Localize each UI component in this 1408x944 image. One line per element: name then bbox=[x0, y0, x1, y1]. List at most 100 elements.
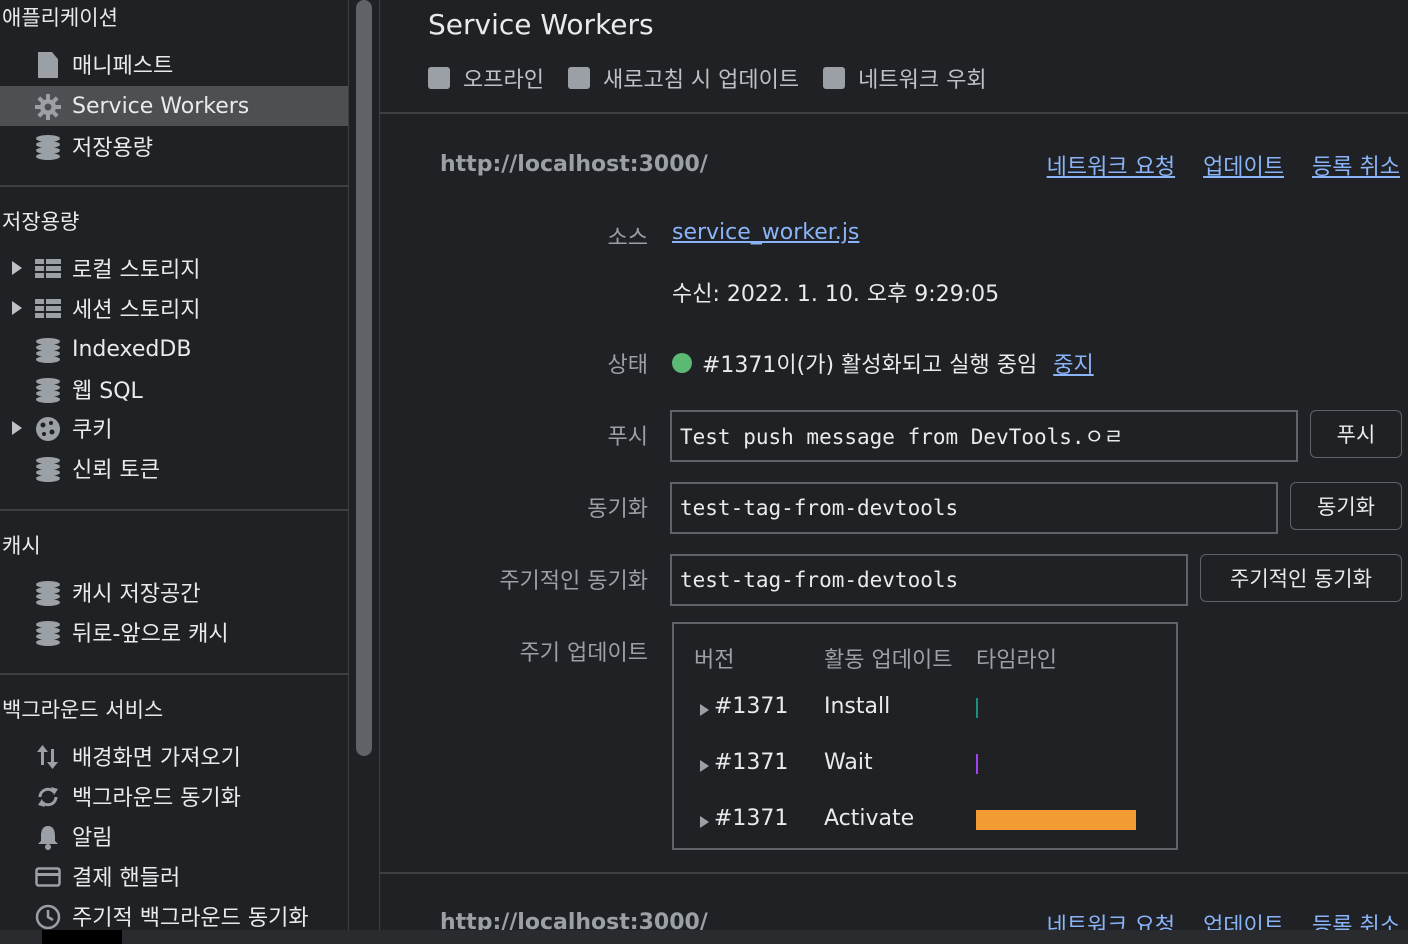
source-file-link[interactable]: service_worker.js bbox=[672, 220, 859, 245]
options-row: 오프라인 새로고침 시 업데이트 네트워크 우회 bbox=[428, 62, 1011, 94]
expand-arrow-icon[interactable] bbox=[12, 261, 22, 275]
update-link[interactable]: 업데이트 bbox=[1203, 149, 1284, 181]
sync-button[interactable]: 동기화 bbox=[1290, 482, 1402, 530]
bypass-network-checkbox[interactable]: 네트워크 우회 bbox=[823, 62, 987, 94]
status-text: #1371이(가) 활성화되고 실행 중임 bbox=[702, 353, 1038, 378]
source-value: service_worker.js bbox=[672, 220, 859, 245]
checkbox-box[interactable] bbox=[567, 67, 590, 89]
sidebar-item-label: 매니페스트 bbox=[72, 54, 174, 79]
network-requests-link[interactable]: 네트워크 요청 bbox=[1047, 149, 1175, 181]
sidebar-scrollbar-thumb[interactable] bbox=[356, 0, 372, 756]
cookie-icon bbox=[34, 416, 62, 442]
column-header-timeline: 타임라인 bbox=[976, 648, 1057, 673]
sidebar-item-trust-tokens[interactable]: 신뢰 토큰 bbox=[0, 448, 348, 488]
source-label: 소스 bbox=[607, 226, 648, 251]
unregister-link[interactable]: 등록 취소 bbox=[1312, 908, 1400, 930]
expand-arrow-icon[interactable] bbox=[12, 301, 22, 315]
sidebar-item-label: 로컬 스토리지 bbox=[72, 258, 201, 283]
timeline-bar bbox=[976, 754, 978, 774]
sidebar-item-back-forward-cache[interactable]: 뒤로-앞으로 캐시 bbox=[0, 612, 348, 652]
checkbox-box[interactable] bbox=[428, 67, 450, 89]
expand-triangle-icon[interactable] bbox=[700, 816, 709, 828]
section-title-application: 애플리케이션 bbox=[2, 6, 118, 30]
sidebar-item-local-storage[interactable]: 로컬 스토리지 bbox=[0, 248, 348, 288]
sidebar-item-storage[interactable]: 저장용량 bbox=[0, 126, 348, 166]
push-button[interactable]: 푸시 bbox=[1310, 410, 1402, 458]
expand-triangle-icon[interactable] bbox=[700, 760, 709, 772]
sidebar-item-indexeddb[interactable]: IndexedDB bbox=[0, 329, 348, 369]
database-icon bbox=[34, 620, 62, 646]
sidebar-item-cookies[interactable]: 쿠키 bbox=[0, 408, 348, 448]
periodic-update-label: 주기 업데이트 bbox=[519, 641, 648, 666]
sidebar-item-manifest[interactable]: 매니페스트 bbox=[0, 44, 348, 84]
sidebar-item-label: 웹 SQL bbox=[72, 379, 143, 404]
sidebar-item-background-sync[interactable]: 백그라운드 동기화 bbox=[0, 776, 348, 816]
bell-icon bbox=[34, 824, 62, 850]
periodic-sync-button[interactable]: 주기적인 동기화 bbox=[1200, 554, 1402, 602]
received-time: 수신: 2022. 1. 10. 오후 9:29:05 bbox=[672, 282, 1000, 307]
row-version: #1371 bbox=[714, 806, 789, 831]
section-divider bbox=[380, 112, 1408, 114]
status-dot-icon bbox=[672, 353, 692, 373]
expand-arrow-icon[interactable] bbox=[12, 421, 22, 435]
row-version: #1371 bbox=[714, 694, 789, 719]
clock-icon bbox=[34, 904, 62, 930]
bottom-block bbox=[42, 930, 122, 944]
sidebar-item-label: IndexedDB bbox=[72, 336, 192, 362]
sidebar-item-label: 쿠키 bbox=[72, 418, 113, 443]
table-row[interactable]: #1371 Wait bbox=[674, 746, 1176, 786]
database-icon bbox=[34, 580, 62, 606]
update-link[interactable]: 업데이트 bbox=[1203, 908, 1284, 930]
sidebar-item-label: 주기적 백그라운드 동기화 bbox=[72, 906, 309, 930]
sidebar-item-label: Service Workers bbox=[72, 93, 250, 119]
column-header-version: 버전 bbox=[694, 648, 735, 673]
sidebar-item-label: 결제 핸들러 bbox=[72, 866, 181, 891]
network-requests-link[interactable]: 네트워크 요청 bbox=[1047, 908, 1175, 930]
push-input[interactable] bbox=[670, 410, 1298, 462]
timeline-bar bbox=[976, 698, 978, 718]
status-value: #1371이(가) 활성화되고 실행 중임 중지 bbox=[672, 347, 1094, 379]
sidebar-divider bbox=[0, 185, 348, 187]
checkbox-label: 새로고침 시 업데이트 bbox=[602, 68, 800, 93]
row-activity: Wait bbox=[824, 750, 873, 775]
sidebar-item-service-workers[interactable]: Service Workers bbox=[0, 86, 348, 126]
table-row[interactable]: #1371 Install bbox=[674, 690, 1176, 730]
sidebar-item-notifications[interactable]: 알림 bbox=[0, 816, 348, 856]
sidebar-item-session-storage[interactable]: 세션 스토리지 bbox=[0, 288, 348, 328]
section-title-background-services: 백그라운드 서비스 bbox=[2, 698, 164, 722]
worker2-origin: http://localhost:3000/ bbox=[440, 910, 708, 930]
sidebar-item-label: 백그라운드 동기화 bbox=[72, 786, 241, 811]
sidebar-item-label: 알림 bbox=[72, 826, 113, 851]
worker-origin: http://localhost:3000/ bbox=[440, 152, 708, 177]
update-on-reload-checkbox[interactable]: 새로고침 시 업데이트 bbox=[567, 62, 800, 94]
table-row[interactable]: #1371 Activate bbox=[674, 802, 1176, 842]
card-icon bbox=[34, 864, 62, 890]
gear-icon bbox=[34, 94, 62, 120]
sidebar-item-payment-handler[interactable]: 결제 핸들러 bbox=[0, 856, 348, 896]
checkbox-box[interactable] bbox=[823, 67, 846, 89]
sidebar-divider bbox=[0, 673, 348, 675]
expand-triangle-icon[interactable] bbox=[700, 704, 709, 716]
checkbox-label: 네트워크 우회 bbox=[858, 68, 987, 93]
table-icon bbox=[34, 256, 62, 282]
sync-input[interactable] bbox=[670, 482, 1278, 534]
sidebar: 애플리케이션 매니페스트 Service Workers 저장용량 저장용량 로… bbox=[0, 0, 348, 930]
push-label: 푸시 bbox=[607, 425, 648, 450]
update-cycle-table: 버전 활동 업데이트 타임라인 #1371 Install #1371 Wait… bbox=[672, 622, 1178, 850]
timeline-bar bbox=[976, 810, 1136, 830]
database-icon bbox=[34, 337, 62, 363]
database-icon bbox=[34, 456, 62, 482]
column-header-activity: 활동 업데이트 bbox=[824, 648, 953, 673]
sidebar-item-background-fetch[interactable]: 배경화면 가져오기 bbox=[0, 736, 348, 776]
periodic-sync-input[interactable] bbox=[670, 554, 1188, 606]
section-title-storage: 저장용량 bbox=[2, 210, 80, 234]
stop-link[interactable]: 중지 bbox=[1053, 347, 1093, 379]
sidebar-item-cache-storage[interactable]: 캐시 저장공간 bbox=[0, 572, 348, 612]
sidebar-item-periodic-background-sync[interactable]: 주기적 백그라운드 동기화 bbox=[0, 896, 348, 930]
offline-checkbox[interactable]: 오프라인 bbox=[428, 62, 544, 94]
sidebar-item-web-sql[interactable]: 웹 SQL bbox=[0, 369, 348, 409]
sidebar-item-label: 저장용량 bbox=[72, 136, 153, 161]
row-activity: Install bbox=[824, 694, 891, 719]
unregister-link[interactable]: 등록 취소 bbox=[1312, 149, 1400, 181]
row-activity: Activate bbox=[824, 806, 915, 831]
